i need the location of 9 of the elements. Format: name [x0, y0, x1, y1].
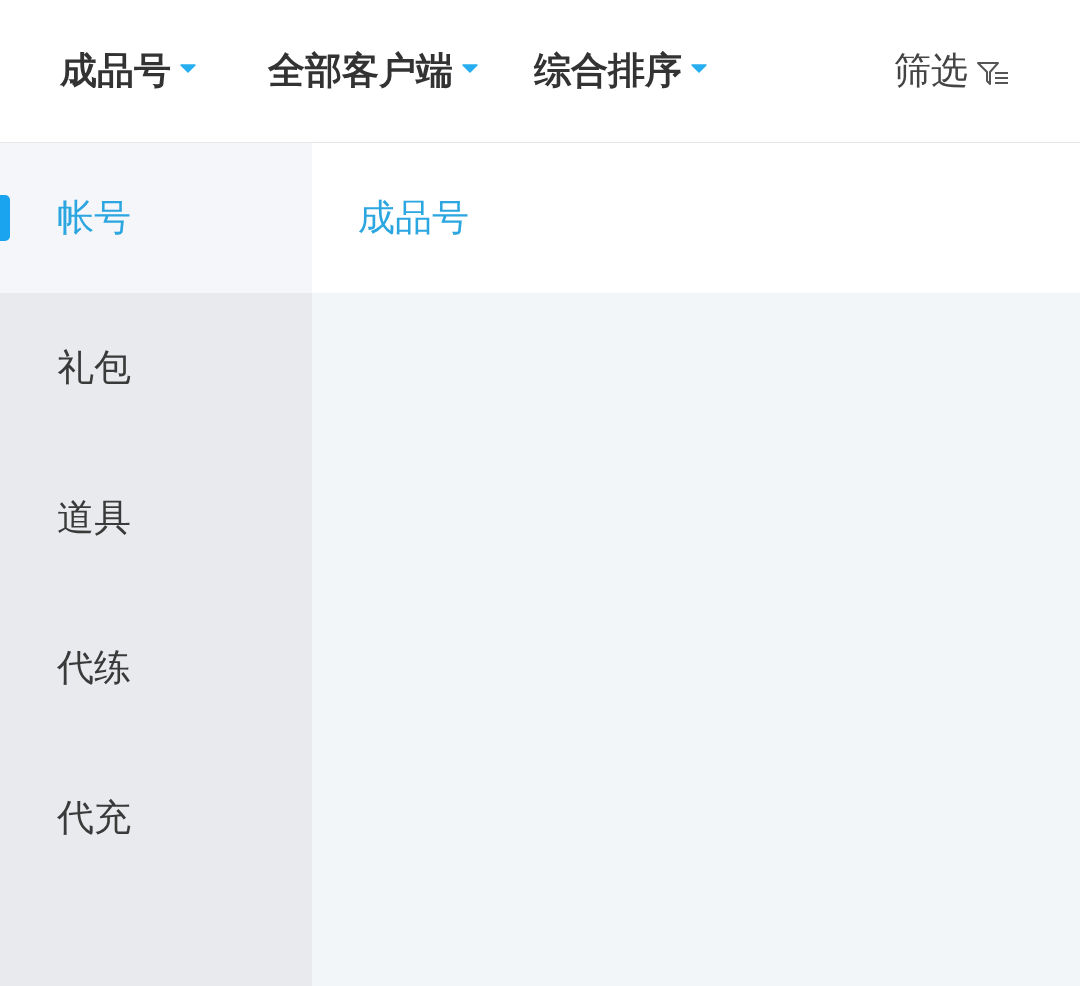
- filter-icon: [976, 60, 1010, 86]
- dropdown-button[interactable]: 全部客户端: [268, 46, 478, 96]
- filter-button[interactable]: 筛选: [894, 46, 1010, 96]
- caret-icon: [180, 63, 196, 73]
- caret-icon: [462, 63, 478, 73]
- dropdown-button[interactable]: 综合排序: [534, 46, 707, 96]
- dropdown-button[interactable]: 成品号: [60, 46, 196, 96]
- selection-indicator: [0, 195, 10, 241]
- caret-icon: [691, 63, 707, 73]
